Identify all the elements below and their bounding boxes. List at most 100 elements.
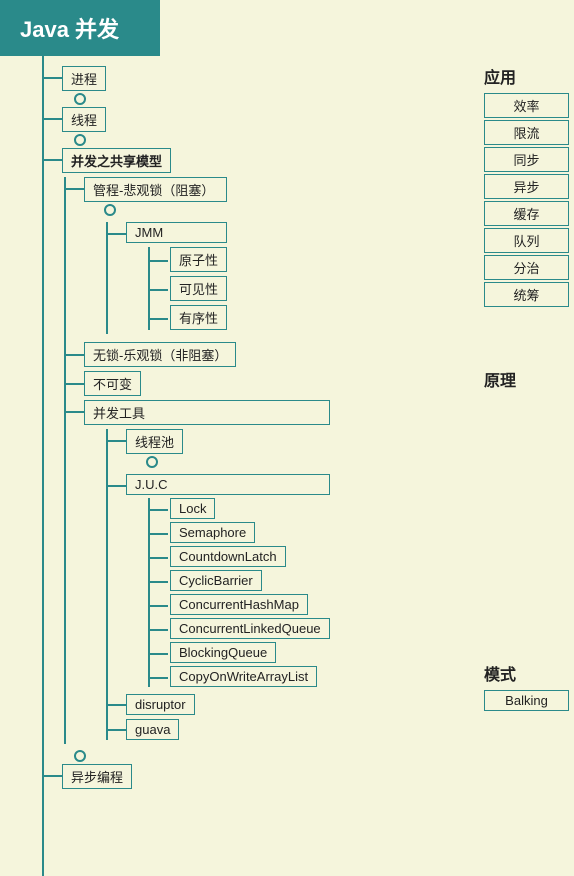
content-juc: J.U.C Lock xyxy=(126,474,330,690)
row-atomicity: 原子性 xyxy=(148,247,227,272)
label-ordering: 有序性 xyxy=(170,305,227,330)
dot-row-3 xyxy=(42,748,574,764)
label-shared-model-box: 并发之共享模型 xyxy=(62,148,171,173)
hline-juc xyxy=(106,485,126,487)
connector-process xyxy=(42,77,62,79)
label-disruptor: disruptor xyxy=(126,694,195,715)
label-immutable: 不可变 xyxy=(84,371,141,396)
dot-pessimistic xyxy=(104,204,116,216)
application-title: 应用 xyxy=(484,64,569,88)
label-thread-pool: 线程池 xyxy=(126,429,183,454)
connector-shared-model xyxy=(42,159,62,161)
hline-lock xyxy=(150,509,168,511)
content-pessimistic: 管程-悲观锁（阻塞） JMM xyxy=(84,177,227,338)
row-concurrent-tools: 并发工具 线程池 xyxy=(64,400,574,744)
l1-spine xyxy=(64,177,66,744)
label-guava: guava xyxy=(126,719,179,740)
dot-3 xyxy=(74,750,86,762)
label-pessimistic: 管程-悲观锁（阻塞） xyxy=(84,177,227,202)
label-atomicity: 原子性 xyxy=(170,247,227,272)
app-container: Java 并发 应用 效率 限流 同步 异步 缓存 队列 分治 统筹 原理 xyxy=(0,0,574,876)
row-lock: Lock xyxy=(148,498,330,519)
row-concurrent-hashmap: ConcurrentHashMap xyxy=(148,594,330,615)
content-concurrent-tools: 并发工具 线程池 xyxy=(84,400,330,744)
label-process: 进程 xyxy=(62,66,106,91)
row-guava: guava xyxy=(106,719,330,740)
label-copy-on-write: CopyOnWriteArrayList xyxy=(170,666,317,687)
hline-visibility xyxy=(150,289,168,291)
hline-countdown-latch xyxy=(150,557,168,559)
row-ordering: 有序性 xyxy=(148,305,227,330)
content: 应用 效率 限流 同步 异步 缓存 队列 分治 统筹 原理 模式 Balking xyxy=(0,56,574,876)
right-item-rate-limit: 限流 xyxy=(484,120,569,145)
label-process-box: 进程 xyxy=(62,66,106,91)
l2-container-jmm: JMM 原子性 xyxy=(106,222,227,334)
label-semaphore: Semaphore xyxy=(170,522,255,543)
label-jmm: JMM xyxy=(126,222,227,243)
dot-1 xyxy=(74,93,86,105)
header-title: Java 并发 xyxy=(0,0,160,56)
connector-async xyxy=(42,775,62,777)
row-immutable: 不可变 xyxy=(64,371,574,396)
hline-copy-on-write xyxy=(150,677,168,679)
label-optimistic: 无锁-乐观锁（非阻塞） xyxy=(84,342,236,367)
row-thread-pool: 线程池 xyxy=(106,429,330,470)
hline-atomicity xyxy=(150,260,168,262)
hline-thread-pool xyxy=(106,440,126,442)
l3-container-jmm: 原子性 可见性 xyxy=(148,247,227,330)
label-thread: 线程 xyxy=(62,107,106,132)
row-optimistic: 无锁-乐观锁（非阻塞） xyxy=(64,342,574,367)
hline-blocking-queue xyxy=(150,653,168,655)
label-blocking-queue: BlockingQueue xyxy=(170,642,276,663)
header: Java 并发 xyxy=(0,0,574,56)
row-juc: J.U.C Lock xyxy=(106,474,330,690)
main-spine xyxy=(42,56,44,876)
hline-guava xyxy=(106,729,126,731)
hline-concurrent-tools xyxy=(64,411,84,413)
dot-2 xyxy=(74,134,86,146)
hline-pessimistic xyxy=(64,188,84,190)
row-semaphore: Semaphore xyxy=(148,522,330,543)
row-cyclic-barrier: CyclicBarrier xyxy=(148,570,330,591)
row-concurrent-linked-queue: ConcurrentLinkedQueue xyxy=(148,618,330,639)
hline-concurrent-hashmap xyxy=(150,605,168,607)
row-disruptor: disruptor xyxy=(106,694,330,715)
row-countdown-latch: CountdownLatch xyxy=(148,546,330,567)
row-visibility: 可见性 xyxy=(148,276,227,301)
label-visibility: 可见性 xyxy=(170,276,227,301)
row-jmm: JMM 原子性 xyxy=(106,222,227,334)
right-item-sync: 同步 xyxy=(484,147,569,172)
row-blocking-queue: BlockingQueue xyxy=(148,642,330,663)
dot-row-pessimistic xyxy=(84,202,227,218)
content-jmm: JMM 原子性 xyxy=(126,222,227,334)
hline-concurrent-linked-queue xyxy=(150,629,168,631)
l2-container-tools: 线程池 J.U.C xyxy=(106,429,330,740)
row-pessimistic: 管程-悲观锁（阻塞） JMM xyxy=(64,177,574,338)
hline-immutable xyxy=(64,383,84,385)
dot-row-threadpool xyxy=(126,454,183,470)
content-thread-pool: 线程池 xyxy=(126,429,183,470)
hline-cyclic-barrier xyxy=(150,581,168,583)
label-countdown-latch: CountdownLatch xyxy=(170,546,286,567)
connector-thread xyxy=(42,118,62,120)
tree-row-async: 异步编程 xyxy=(42,764,574,789)
right-item-efficiency: 效率 xyxy=(484,93,569,118)
l2-spine-jmm xyxy=(106,222,108,334)
hline-semaphore xyxy=(150,533,168,535)
label-concurrent-tools: 并发工具 xyxy=(84,400,330,425)
l1-container: 管程-悲观锁（阻塞） JMM xyxy=(64,177,574,744)
hline-disruptor xyxy=(106,704,126,706)
label-shared-model: 并发之共享模型 xyxy=(62,148,171,173)
hline-ordering xyxy=(150,318,168,320)
label-juc: J.U.C xyxy=(126,474,330,495)
label-lock: Lock xyxy=(170,498,215,519)
hline-optimistic xyxy=(64,354,84,356)
l3-container-juc: Lock Semaphore xyxy=(148,498,330,687)
hline-jmm xyxy=(106,233,126,235)
row-copy-on-write: CopyOnWriteArrayList xyxy=(148,666,330,687)
label-concurrent-linked-queue: ConcurrentLinkedQueue xyxy=(170,618,330,639)
label-async-box: 异步编程 xyxy=(62,764,132,789)
label-cyclic-barrier: CyclicBarrier xyxy=(170,570,262,591)
label-thread-box: 线程 xyxy=(62,107,106,132)
label-async: 异步编程 xyxy=(62,764,132,789)
